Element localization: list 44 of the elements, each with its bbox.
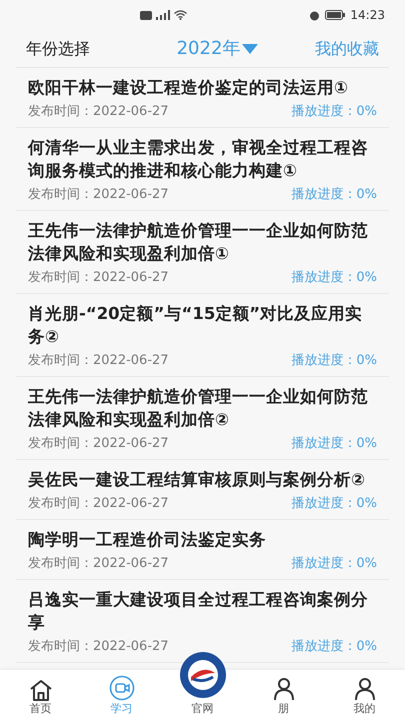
- video-icon: [108, 674, 134, 700]
- status-time: 14:23: [350, 7, 385, 24]
- playback-info-text: 播放进度：0%: [291, 103, 377, 121]
- publish-date: 发布时间：2022-06-27: [28, 638, 169, 656]
- home-icon: [28, 678, 52, 700]
- lecture-title: 吕逸实一重大建设项目全过程工程咨询案例分享: [28, 589, 369, 634]
- lecture-title: 何清华一从业主需求出发，审视全过程工程咨询服务模式的推进和核心能力构建①: [28, 137, 369, 182]
- lecture-item[interactable]: 肖光朋-“20定额”与“15定额”对比及应用实务② 发布时间：2022-06-27 播放进度：0%: [16, 294, 389, 377]
- publish-date: 发布时间：2022-06-27: [28, 269, 169, 287]
- lecture-title: 陶学明一工程造价司法鉴定实务: [28, 529, 267, 551]
- header-title: 年份选择: [26, 38, 90, 60]
- playback-info-text: 播放进度：0%: [291, 352, 377, 370]
- publish-date: 发布时间：2022-06-27: [28, 103, 169, 121]
- wifi-icon: [174, 10, 187, 20]
- lecture-item[interactable]: 吴佐民一建设工程结算审核原则与案例分析② 发布时间：2022-06-27 播放进度：0%: [16, 460, 389, 520]
- playback-info-text: 播放进度：0%: [291, 638, 377, 656]
- publish-date: 发布时间：2022-06-27: [28, 186, 169, 204]
- playback-info-text: 播放进度：0%: [291, 186, 377, 204]
- person-icon: [352, 676, 376, 700]
- lecture-item[interactable]: 王先伟一法律护航造价管理一一企业如何防范法律风险和实现盈利加倍② 发布时间：2022-06-27 播放进度：0%: [16, 377, 389, 460]
- lecture-title: 肖光朋-“20定额”与“15定额”对比及应用实务②: [28, 303, 364, 348]
- publish-date: 发布时间：2022-06-27: [28, 495, 169, 513]
- nav-tab[interactable]: 首页: [0, 670, 81, 720]
- publish-date: 发布时间：2022-06-27: [28, 435, 169, 453]
- person-icon: [272, 676, 296, 700]
- publish-date: 发布时间：2022-06-27: [28, 555, 169, 573]
- caret-icon: [242, 44, 258, 54]
- lecture-title: 欧阳干林一建设工程造价鉴定的司法运用①: [28, 77, 349, 99]
- playback-info-text: 播放进度：0%: [291, 435, 377, 453]
- lecture-title: 王先伟一法律护航造价管理一一企业如何防范法律风险和实现盈利加倍②: [28, 386, 369, 431]
- publish-date: 发布时间：2022-06-27: [28, 352, 169, 370]
- playback-info-text: 播放进度：0%: [291, 555, 377, 573]
- nav-tab[interactable]: 我的: [324, 670, 405, 720]
- signal-icon: [156, 10, 170, 20]
- playback-info-text: 播放进度：0%: [291, 495, 377, 513]
- battery-icon: [325, 10, 346, 20]
- playback-info-text: 播放进度：0%: [291, 269, 377, 287]
- lecture-title: 吴佐民一建设工程结算审核原则与案例分析②: [28, 469, 366, 491]
- lecture-item[interactable]: 陶学明一工程造价司法鉴定实务 发布时间：2022-06-27 播放进度：0%: [16, 520, 389, 580]
- lecture-item[interactable]: 何清华一从业主需求出发，审视全过程工程咨询服务模式的推进和核心能力构建① 发布时间：2022-06-27 播放进度：0%: [16, 128, 389, 211]
- lecture-title: 王先伟一法律护航造价管理一一企业如何防范法律风险和实现盈利加倍①: [28, 220, 369, 265]
- nav-tab[interactable]: 朋: [243, 670, 324, 720]
- lecture-item[interactable]: 王先伟一法律护航造价管理一一企业如何防范法律风险和实现盈利加倍① 发布时间：2022-06-27 播放进度：0%: [16, 211, 389, 294]
- lecture-item[interactable]: 欧阳干林一建设工程造价鉴定的司法运用① 发布时间：2022-06-27 播放进度：0%: [16, 68, 389, 128]
